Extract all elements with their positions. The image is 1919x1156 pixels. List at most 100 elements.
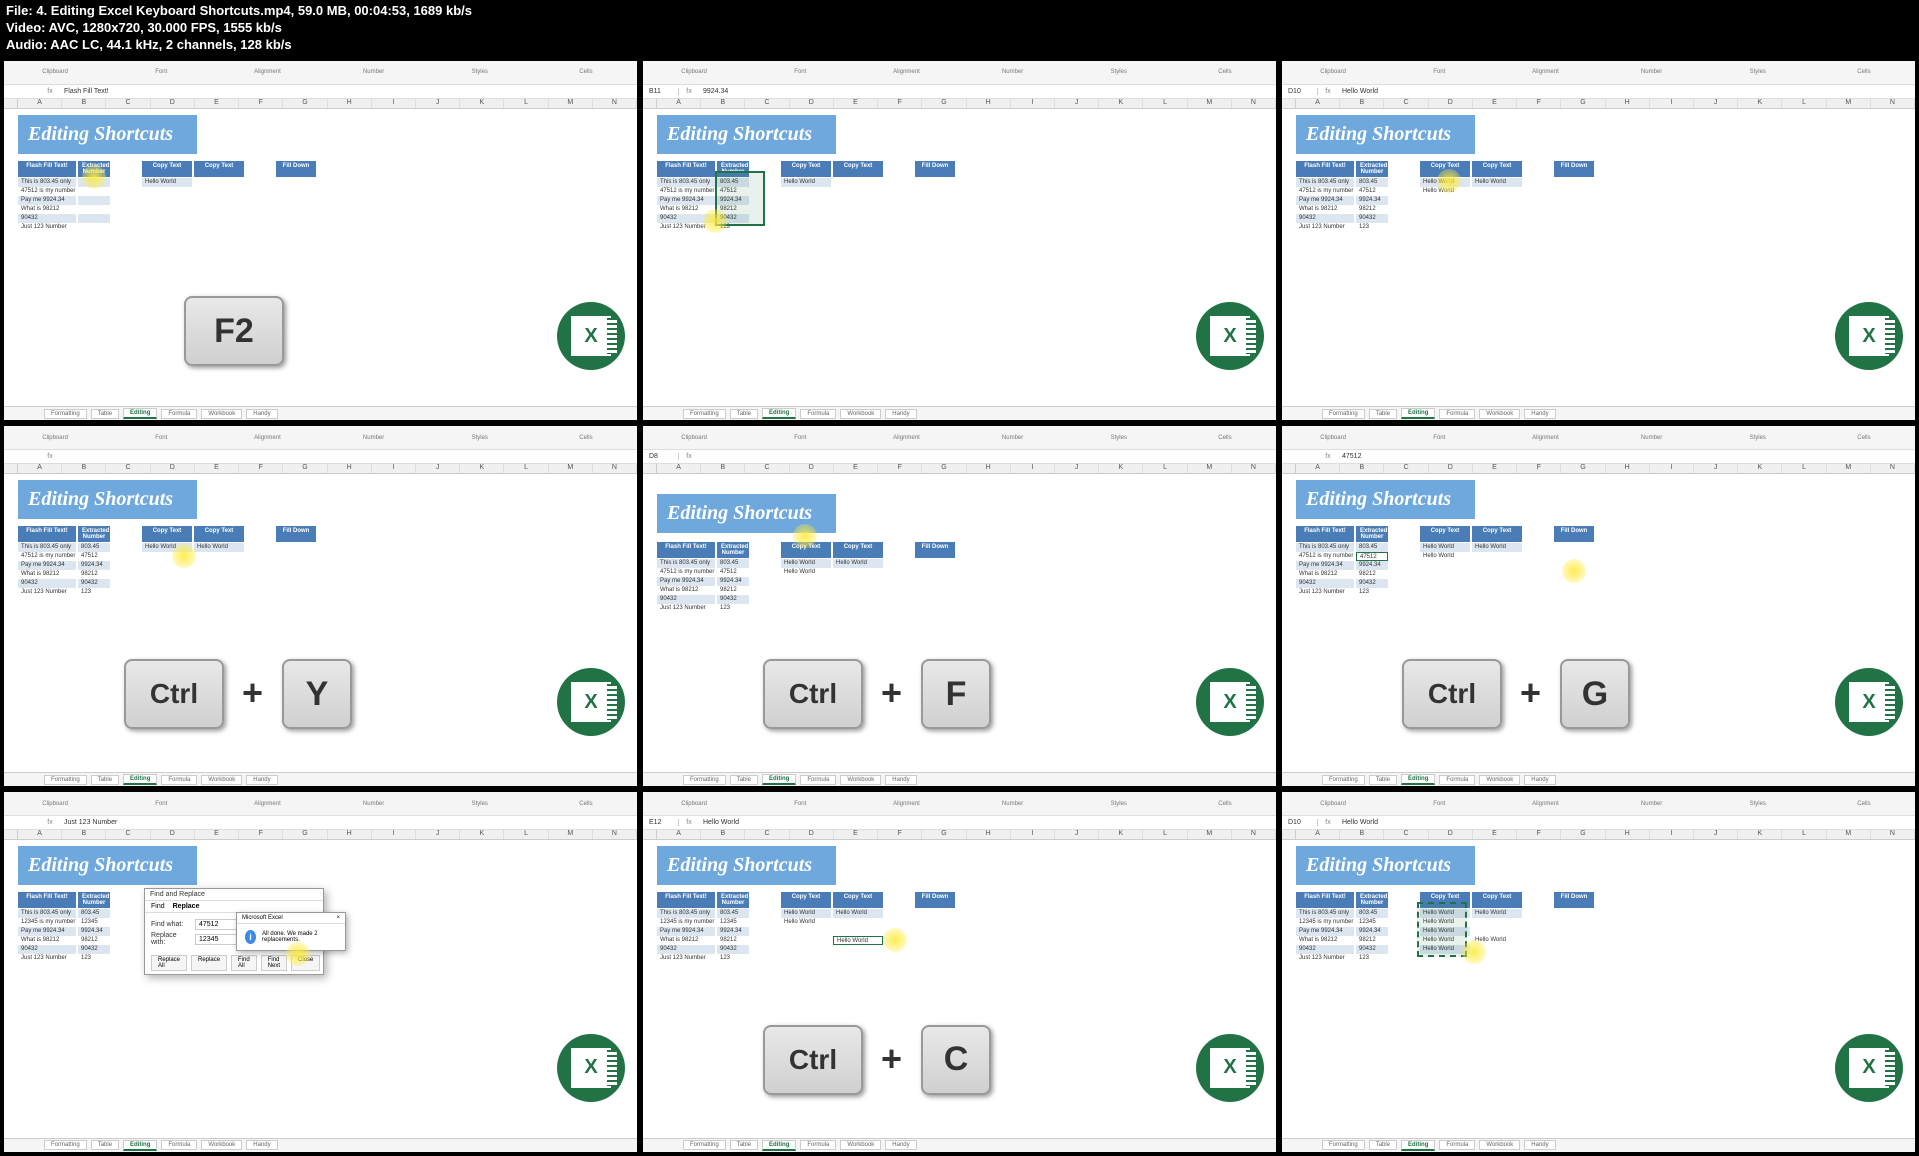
worksheet: Editing Shortcuts Flash Fill Text!Extrac… [4,840,637,1120]
audio-line: Audio: AAC LC, 44.1 kHz, 2 channels, 128… [6,37,1913,54]
sheet-tabs: FormattingTableEditingFormulaWorkbookHan… [1282,772,1915,786]
video-line: Video: AVC, 1280x720, 30.000 FPS, 1555 k… [6,20,1913,37]
dialog-tab-find: Find [151,903,165,910]
column-headers: ABCDEFGHIJKLMN [643,464,1276,474]
thumbnail-9: ClipboardFontAlignmentNumberStylesCells … [1282,792,1915,1152]
dialog-tab-replace: Replace [173,903,200,910]
sheet-tabs: FormattingTableEditingFormulaWorkbookHan… [4,1138,637,1152]
marching-ants [1417,902,1467,957]
title-banner: Editing Shortcuts [18,480,197,519]
worksheet: Editing Shortcuts Flash Fill Text!Extrac… [1282,474,1915,754]
sheet-tabs: FormattingTableEditingFormulaWorkbookHan… [643,1138,1276,1152]
cursor-highlight [1462,940,1486,964]
sheet-tabs: Formatting Table Editing Formula Workboo… [4,406,637,420]
column-headers: ABCDEFGHIJKLMN [4,830,637,840]
worksheet: Editing Shortcuts Flash Fill Text!Extrac… [1282,109,1915,389]
excel-logo-icon: X [1835,1034,1903,1102]
excel-logo-icon: X [1835,302,1903,370]
excel-logo-icon: X [557,668,625,736]
title-banner: Editing Shortcuts [1296,846,1475,885]
column-headers: ABCDEFGHIJKLMN [4,464,637,474]
title-banner: Editing Shortcuts [1296,480,1475,519]
cursor-highlight [703,209,727,233]
ribbon: ClipboardFontAlignmentNumberStylesCells [643,792,1276,816]
find-all-button: Find All [231,955,257,971]
find-next-button: Find Next [261,955,287,971]
formula-bar: D10fxHello World [1282,816,1915,830]
sheet-tabs: FormattingTableEditingFormulaWorkbookHan… [643,406,1276,420]
ribbon: ClipboardFontAlignmentNumberStylesCells [4,792,637,816]
ribbon: ClipboardFontAlignmentNumberStylesCells [1282,61,1915,85]
cursor-highlight [82,165,106,189]
title-banner: Editing Shortcuts [657,846,836,885]
excel-logo-icon: X [1835,668,1903,736]
key-ctrl: Ctrl [763,1025,863,1095]
thumbnail-4: ClipboardFontAlignmentNumberStylesCells … [4,426,637,786]
title-banner: Editing Shortcuts [1296,115,1475,154]
formula-bar: D10fxHello World [1282,85,1915,99]
sheet-tabs: FormattingTableEditingFormulaWorkbookHan… [643,772,1276,786]
plus-sign: + [1520,672,1541,714]
thumbnail-1: Clipboard Font Alignment Number Styles C… [4,61,637,421]
formula-bar: D8fx [643,450,1276,464]
close-icon: × [336,915,340,921]
formula-bar: fx Flash Fill Text! [4,85,637,99]
column-headers: ABCDEFGHIJKLMN [643,830,1276,840]
cursor-highlight [1437,169,1461,193]
dialog-title: Find and Replace [145,889,323,901]
worksheet: Editing Shortcuts Flash Fill Text!Extrac… [643,840,1276,1120]
worksheet: Editing Shortcuts Flash Fill Text!Extrac… [1282,840,1915,1120]
formula-bar: fx [4,450,637,464]
info-icon: i [245,930,256,944]
key-g: G [1560,659,1630,729]
thumbnail-5: ClipboardFontAlignmentNumberStylesCells … [643,426,1276,786]
ribbon: ClipboardFontAlignmentNumberStylesCells [643,426,1276,450]
column-headers: ABCDEFGHIJKLMN [1282,464,1915,474]
thumbnail-8: ClipboardFontAlignmentNumberStylesCells … [643,792,1276,1152]
sheet-tabs: FormattingTableEditingFormulaWorkbookHan… [1282,1138,1915,1152]
excel-logo-icon: X [1196,1034,1264,1102]
thumbnail-grid: Clipboard Font Alignment Number Styles C… [0,57,1919,1156]
formula-bar: B11fx9924.34 [643,85,1276,99]
thumbnail-7: ClipboardFontAlignmentNumberStylesCells … [4,792,637,1152]
title-banner: Editing Shortcuts [657,115,836,154]
thumbnail-6: ClipboardFontAlignmentNumberStylesCells … [1282,426,1915,786]
title-banner: Editing Shortcuts [18,115,197,154]
ribbon: Clipboard Font Alignment Number Styles C… [4,61,637,85]
file-info-header: File: 4. Editing Excel Keyboard Shortcut… [0,0,1919,57]
column-headers: ABCDEFGHIJKLMN [1282,830,1915,840]
sheet-tabs: FormattingTableEditingFormulaWorkbookHan… [1282,406,1915,420]
key-y: Y [282,659,352,729]
plus-sign: + [881,672,902,714]
ribbon: ClipboardFontAlignmentNumberStylesCells [1282,792,1915,816]
key-ctrl: Ctrl [124,659,224,729]
worksheet: Editing Shortcuts Flash Fill Text!Extrac… [643,109,1276,389]
sheet-tabs: FormattingTableEditingFormulaWorkbookHan… [4,772,637,786]
ribbon: ClipboardFontAlignmentNumberStylesCells [643,61,1276,85]
formula-bar: fxJust 123 Number [4,816,637,830]
plus-sign: + [242,672,263,714]
title-banner: Editing Shortcuts [18,846,197,885]
excel-logo-icon: X [557,1034,625,1102]
key-ctrl: Ctrl [1402,659,1502,729]
column-headers: ABCDEFGHIJKLMN [643,99,1276,109]
worksheet: Editing Shortcuts Flash Fill Text!Extrac… [4,474,637,754]
column-headers: ABCDEFGHIJKLMN [1282,99,1915,109]
worksheet: Editing Shortcuts Flash Fill Text!Extrac… [643,474,1276,754]
cursor-highlight [883,928,907,952]
replace-button: Replace [191,955,227,971]
key-f2: F2 [184,296,284,366]
cursor-highlight [286,942,310,966]
excel-logo-icon: X [1196,668,1264,736]
formula-bar: E12fxHello World [643,816,1276,830]
worksheet: Editing Shortcuts Flash Fill Text! Extra… [4,109,637,389]
column-headers: ABCDEFGHIJKLMN [4,99,637,109]
excel-logo-icon: X [557,302,625,370]
file-line: File: 4. Editing Excel Keyboard Shortcut… [6,3,1913,20]
formula-bar: fx47512 [1282,450,1915,464]
ribbon: ClipboardFontAlignmentNumberStylesCells [4,426,637,450]
key-ctrl: Ctrl [763,659,863,729]
replace-all-button: Replace All [151,955,187,971]
key-f: F [921,659,991,729]
thumbnail-2: ClipboardFontAlignmentNumberStylesCells … [643,61,1276,421]
